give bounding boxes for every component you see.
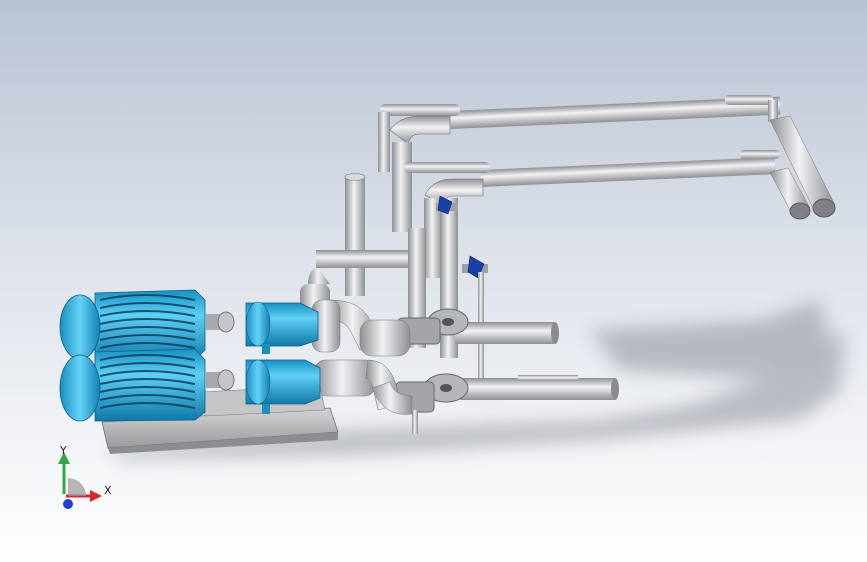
header-outlet-elbows bbox=[769, 115, 836, 220]
discharge-pipe-2 bbox=[423, 373, 619, 403]
z-axis-icon bbox=[63, 499, 73, 509]
rotation-arc-icon bbox=[68, 478, 86, 496]
upper-header-pipe-2 bbox=[404, 150, 780, 278]
y-axis-label: Y bbox=[59, 444, 67, 457]
standpipe bbox=[344, 173, 366, 296]
coordinate-triad[interactable]: Y X bbox=[46, 444, 116, 514]
pump-volute-1 bbox=[311, 299, 411, 357]
model-viewport[interactable]: Y X bbox=[0, 0, 867, 562]
x-axis-label: X bbox=[104, 484, 112, 497]
pump-assembly-model[interactable] bbox=[0, 0, 867, 562]
